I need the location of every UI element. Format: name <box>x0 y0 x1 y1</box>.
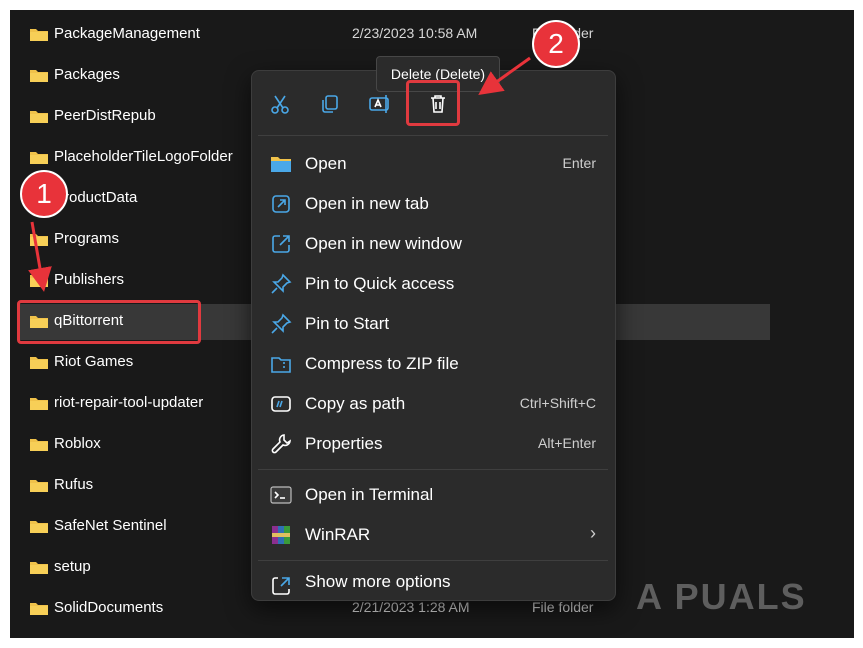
arrow-step-2 <box>478 56 531 95</box>
file-explorer-window: PackageManagement 2/23/2023 10:58 AM Fil… <box>10 10 854 638</box>
arrow-step-1 <box>28 221 52 292</box>
annotation-arrows <box>28 56 531 292</box>
